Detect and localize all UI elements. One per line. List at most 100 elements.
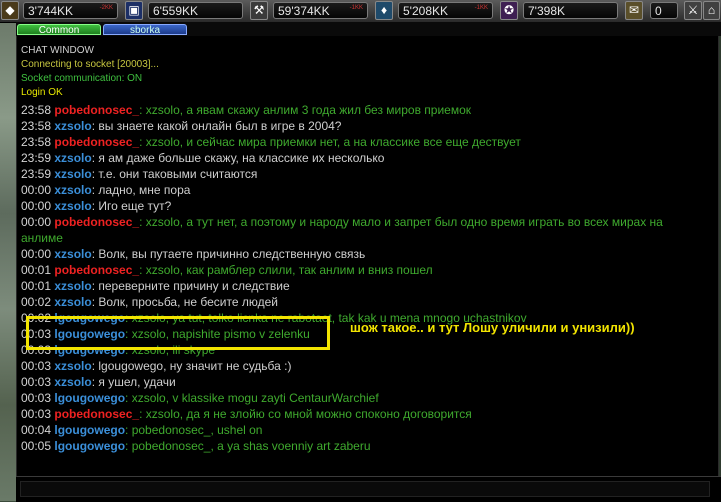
resource-change: -1KK: [349, 5, 363, 11]
annotation-text: шож такое.. и тут Лошу уличили и унизили…: [350, 320, 635, 335]
message-text: : Иго еще тут?: [91, 199, 172, 213]
chat-message: 00:03 lgougowego: xzsolo, v klassike mog…: [21, 390, 718, 406]
mana-icon: ✪: [500, 1, 518, 20]
message-author[interactable]: pobedonosec_: [54, 407, 139, 421]
resource-value: 3'744KK: [28, 4, 73, 18]
crystal-icon: ♦: [375, 1, 393, 20]
resource-ore: 59'374KK -1KK: [273, 2, 368, 19]
resource-value: 59'374KK: [278, 4, 330, 18]
message-time: 00:00: [21, 199, 52, 213]
message-text: : я ушел, удачи: [91, 375, 176, 389]
message-time: 00:00: [21, 215, 52, 229]
message-author[interactable]: lgougowego: [54, 391, 125, 405]
chat-message: 23:58 pobedonosec_: xzsolo, а явам скажу…: [21, 102, 718, 118]
message-text: : lgougowego, ну значит не судьба :): [91, 359, 292, 373]
message-text: : xzsolo, как рамблер слили, так анлим и…: [139, 263, 433, 277]
message-text: : xzsolo, а тут нет, а поэтому и народу …: [139, 215, 663, 229]
message-time: 00:01: [21, 279, 52, 293]
message-author[interactable]: pobedonosec_: [54, 215, 139, 229]
resource-crystal: 5'208KK -1KK: [398, 2, 493, 19]
message-text: : xzsolo, а явам скажу анлим 3 года жил …: [139, 103, 472, 117]
chat-message: 00:03 pobedonosec_: xzsolo, да я не злой…: [21, 406, 718, 422]
chat-tabs: Common sborka: [16, 22, 721, 36]
message-time: 23:58: [21, 135, 52, 149]
message-time: 00:03: [21, 391, 52, 405]
gem-icon: ◆: [1, 1, 19, 20]
message-author[interactable]: xzsolo: [54, 151, 91, 165]
message-author[interactable]: xzsolo: [54, 375, 91, 389]
message-text: : xzsolo, v klassike mogu zayti CentaurW…: [125, 391, 379, 405]
message-author[interactable]: xzsolo: [54, 119, 91, 133]
message-author[interactable]: lgougowego: [54, 423, 125, 437]
resource-value: 5'208KK: [403, 4, 448, 18]
message-time: 00:02: [21, 295, 52, 309]
system-message: Connecting to socket [20003]...: [21, 59, 159, 70]
chat-message: 00:05 lgougowego: pobedonosec_, a ya sha…: [21, 438, 718, 454]
message-author[interactable]: pobedonosec_: [54, 263, 139, 277]
message-text: : xzsolo, и сейчас мира приемки нет, а н…: [139, 135, 521, 149]
tab-sborka[interactable]: sborka: [103, 24, 187, 36]
message-author[interactable]: xzsolo: [54, 183, 91, 197]
chat-message: 00:00 xzsolo: ладно, мне пора: [21, 182, 718, 198]
chat-header: CHAT WINDOW: [21, 45, 94, 56]
resource-counter: 0: [650, 2, 678, 19]
message-text: : xzsolo, да я не злойю со мной можно сп…: [139, 407, 472, 421]
highlight-box: [26, 316, 330, 350]
tab-common[interactable]: Common: [17, 24, 101, 36]
chat-input[interactable]: [20, 481, 710, 497]
message-author[interactable]: xzsolo: [54, 167, 91, 181]
resource-value: 7'398K: [528, 4, 565, 18]
resource-value: 0: [655, 4, 662, 18]
chat-message: 00:02 xzsolo: Волк, просьба, не бесите л…: [21, 294, 718, 310]
message-author[interactable]: lgougowego: [54, 439, 125, 453]
message-author[interactable]: xzsolo: [54, 359, 91, 373]
message-text: : я ам даже больше скажу, на классике их…: [91, 151, 385, 165]
sword-icon[interactable]: ⚔: [684, 1, 702, 20]
message-time: 00:00: [21, 183, 52, 197]
message-text: : вы знаете какой онлайн был в игре в 20…: [91, 119, 342, 133]
message-time: 23:58: [21, 103, 52, 117]
chat-message: 23:59 xzsolo: т.е. они таковыми считаютс…: [21, 166, 718, 182]
chat-message: 00:00 pobedonosec_: xzsolo, а тут нет, а…: [21, 214, 718, 230]
message-author[interactable]: xzsolo: [54, 295, 91, 309]
chat-message: анлиме: [21, 230, 718, 246]
message-text: : ладно, мне пора: [91, 183, 191, 197]
chat-message: 00:01 xzsolo: переверните причину и след…: [21, 278, 718, 294]
chat-message: 00:01 pobedonosec_: xzsolo, как рамблер …: [21, 262, 718, 278]
message-time: 00:03: [21, 359, 52, 373]
building-icon[interactable]: ⌂: [703, 1, 720, 20]
message-author[interactable]: xzsolo: [54, 199, 91, 213]
chat-input-bar: [16, 476, 721, 502]
message-author[interactable]: pobedonosec_: [54, 103, 139, 117]
message-time: 00:01: [21, 263, 52, 277]
cube-icon: ▣: [125, 1, 143, 20]
pickaxe-icon: ⚒: [250, 1, 268, 20]
resource-value: 6'559KK: [153, 4, 198, 18]
message-author[interactable]: xzsolo: [54, 247, 91, 261]
message-time: 00:00: [21, 247, 52, 261]
message-time: 00:03: [21, 375, 52, 389]
resource-mana: 7'398K: [523, 2, 618, 19]
scroll-icon: ✉: [625, 1, 643, 20]
system-message: Socket communication: ON: [21, 73, 143, 84]
message-text: : т.е. они таковыми считаются: [91, 167, 258, 181]
chat-message: 23:58 xzsolo: вы знаете какой онлайн был…: [21, 118, 718, 134]
message-time: 00:03: [21, 407, 52, 421]
message-text: : pobedonosec_, a ya shas voenniy art za…: [125, 439, 371, 453]
message-time: 00:05: [21, 439, 52, 453]
message-time: 23:59: [21, 167, 52, 181]
message-text: анлиме: [21, 231, 63, 245]
message-author[interactable]: xzsolo: [54, 279, 91, 293]
chat-message: 00:00 xzsolo: Иго еще тут?: [21, 198, 718, 214]
resource-change: -1KK: [474, 5, 488, 11]
chat-message: 00:03 xzsolo: я ушел, удачи: [21, 374, 718, 390]
resource-change: -2KK: [99, 5, 113, 11]
message-time: 00:04: [21, 423, 52, 437]
chat-message: 00:00 xzsolo: Волк, вы путаете причинно …: [21, 246, 718, 262]
message-text: : Волк, вы путаете причинно следственную…: [91, 247, 366, 261]
chat-window: CHAT WINDOW Connecting to socket [20003]…: [16, 36, 719, 476]
chat-message: 00:03 xzsolo: lgougowego, ну значит не с…: [21, 358, 718, 374]
chat-message: 23:58 pobedonosec_: xzsolo, и сейчас мир…: [21, 134, 718, 150]
chat-message: 23:59 xzsolo: я ам даже больше скажу, на…: [21, 150, 718, 166]
message-author[interactable]: pobedonosec_: [54, 135, 139, 149]
